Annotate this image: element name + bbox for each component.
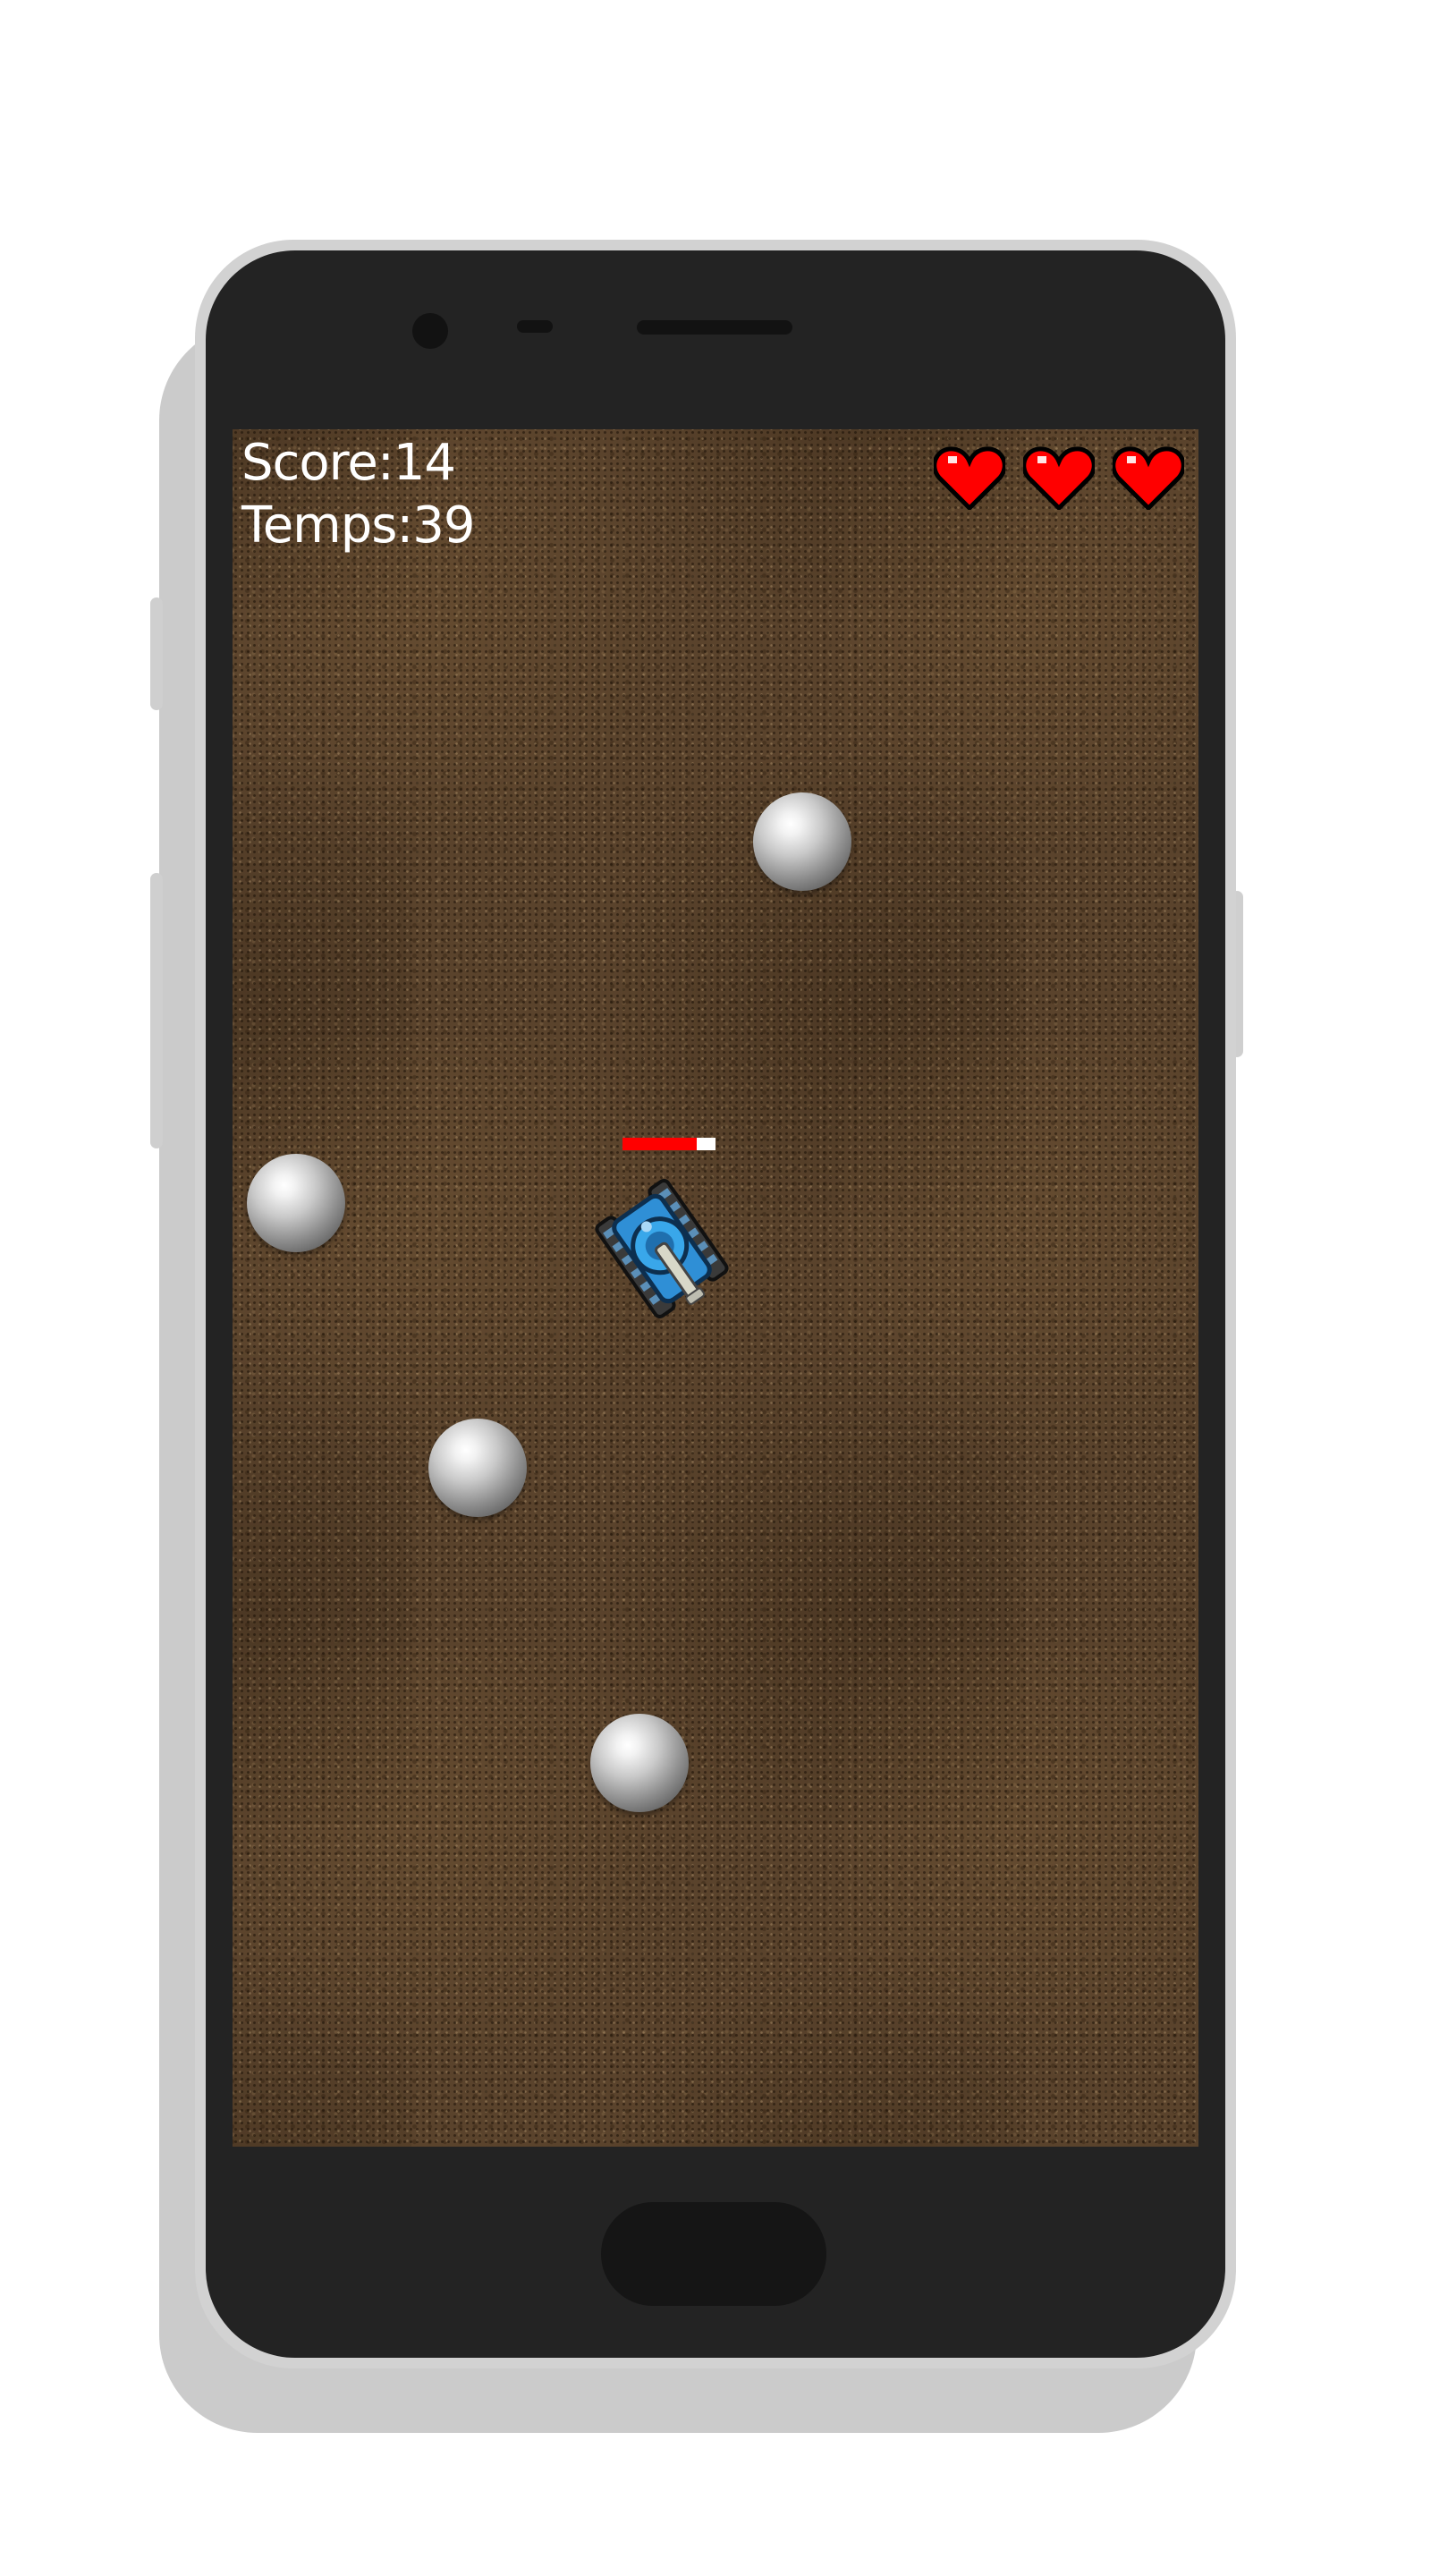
proximity-sensor	[517, 320, 553, 333]
score-label: Score:14	[241, 434, 456, 492]
player-health-bar	[622, 1138, 716, 1150]
lives-display	[934, 445, 1184, 510]
player-health-fill	[622, 1138, 698, 1150]
phone-side-button	[150, 873, 163, 1148]
enemy-ball	[428, 1419, 527, 1517]
heart-icon	[1023, 445, 1095, 510]
enemy-ball	[753, 792, 851, 891]
enemy-ball	[247, 1154, 345, 1252]
heart-icon	[934, 445, 1005, 510]
game-screen[interactable]: Score:14 Temps:39	[233, 429, 1198, 2147]
heart-icon	[1113, 445, 1184, 510]
phone-volume-button	[150, 597, 163, 710]
time-label: Temps:39	[241, 496, 476, 555]
player-tank[interactable]	[572, 1159, 751, 1338]
home-button[interactable]	[601, 2202, 826, 2306]
enemy-ball	[590, 1714, 689, 1812]
tank-icon	[595, 1179, 729, 1318]
front-camera	[412, 313, 448, 349]
earpiece-speaker	[637, 320, 792, 335]
